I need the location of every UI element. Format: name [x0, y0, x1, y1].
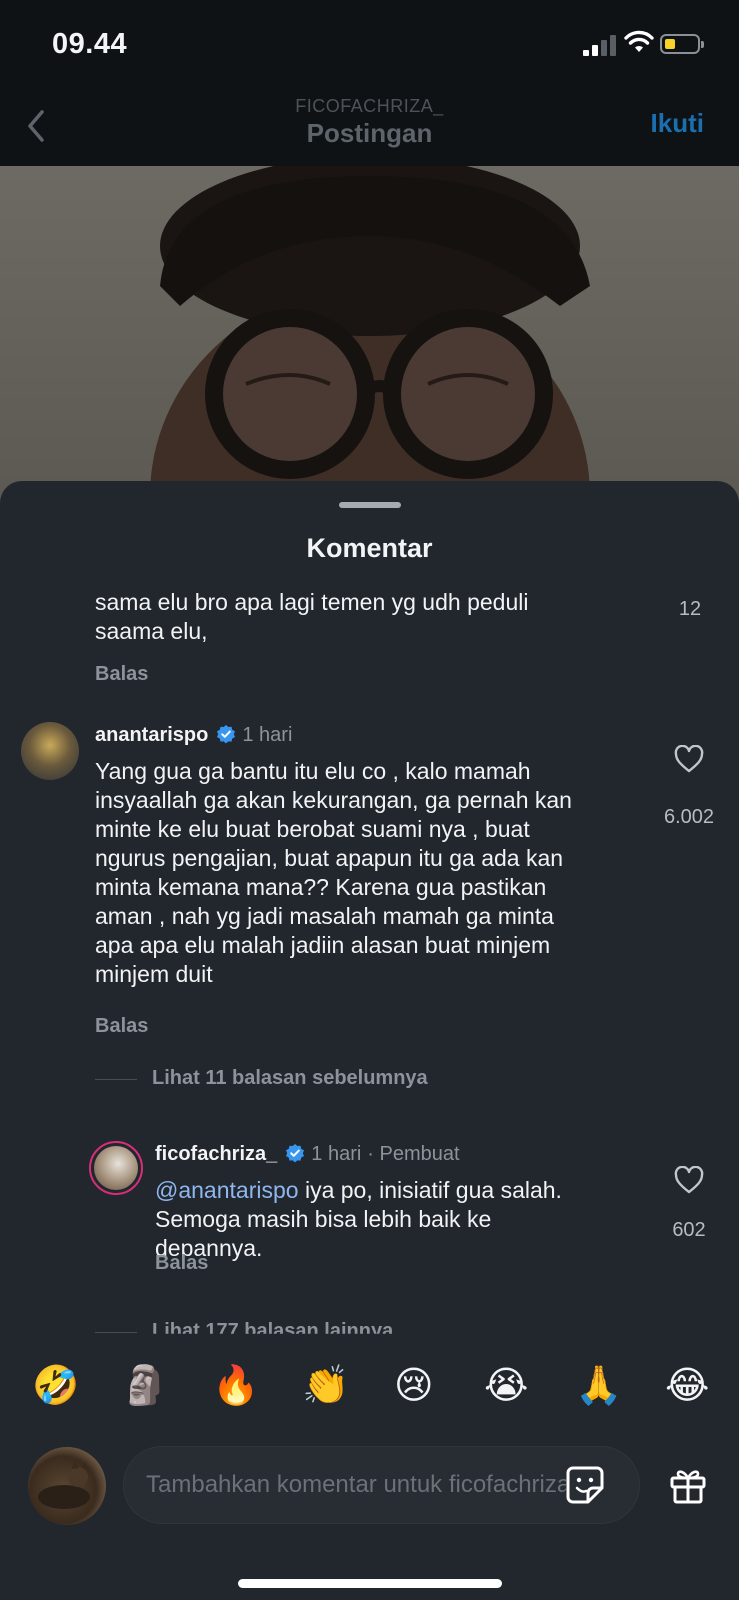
reply-button[interactable]: Balas: [95, 1015, 148, 1038]
reply-line: iya po, inisiatif gua salah.: [298, 1177, 562, 1203]
reply-button[interactable]: Balas: [155, 1252, 208, 1275]
sheet-drag-handle[interactable]: [339, 502, 401, 508]
reply-button[interactable]: Balas: [95, 663, 148, 686]
comment-username[interactable]: anantarispo: [95, 724, 208, 746]
comment-time: 1 hari: [242, 724, 293, 746]
reply-line: depannya.: [155, 1235, 263, 1261]
reply-header: ficofachriza_ 1 hari · Pembuat: [155, 1143, 460, 1166]
home-indicator: [238, 1579, 502, 1588]
follow-button[interactable]: Ikuti: [651, 108, 704, 139]
emoji-sob[interactable]: 😭: [484, 1365, 528, 1407]
emoji-clap[interactable]: 👏: [302, 1365, 349, 1407]
avatar[interactable]: [89, 1141, 143, 1195]
comment-line: aman , nah yg jadi masalah mamah ga mint…: [95, 903, 554, 929]
wifi-icon: [624, 30, 654, 52]
verified-badge-icon: [286, 1144, 305, 1163]
like-count: 6.002: [663, 806, 715, 828]
reply-text: @anantarispo iya po, inisiatif gua salah…: [155, 1176, 562, 1263]
header-username: FICOFACHRIZA_: [295, 96, 444, 116]
avatar[interactable]: [21, 722, 79, 780]
comment-line: Yang gua ga bantu itu elu co , kalo mama…: [95, 758, 531, 784]
like-count: 12: [678, 598, 702, 620]
comment-input[interactable]: Tambahkan komentar untuk ficofachriza_..…: [123, 1446, 640, 1524]
post-header: FICOFACHRIZA_ Postingan Ikuti: [0, 90, 739, 166]
thread-line: [95, 1079, 137, 1080]
comment-line: saama elu,: [95, 618, 208, 644]
heart-icon[interactable]: [674, 745, 704, 773]
comment-line: minta kemana mana?? Karena gua pastikan: [95, 874, 547, 900]
comment-line: minte ke elu buat berobat suami nya , bu…: [95, 816, 530, 842]
view-previous-replies[interactable]: Lihat 11 balasan sebelumnya: [152, 1067, 428, 1090]
post-image: [0, 166, 739, 506]
comment-line: minjem duit: [95, 961, 213, 987]
mention-link[interactable]: @anantarispo: [155, 1177, 299, 1203]
signal-icon: [583, 34, 617, 56]
emoji-moai[interactable]: 🗿: [121, 1365, 168, 1407]
current-user-avatar: [28, 1447, 106, 1525]
emoji-cry[interactable]: 😢: [394, 1365, 434, 1407]
comment-text: sama elu bro apa lagi temen yg udh pedul…: [95, 588, 528, 646]
emoji-joy[interactable]: 😂: [665, 1365, 709, 1407]
comment-line: insyaallah ga akan kekurangan, ga pernah…: [95, 787, 572, 813]
view-more-replies[interactable]: Lihat 177 balasan lainnya: [152, 1320, 393, 1334]
comment-text: Yang gua ga bantu itu elu co , kalo mama…: [95, 757, 572, 989]
author-tag: · Pembuat: [367, 1143, 460, 1165]
heart-icon[interactable]: [674, 1166, 704, 1194]
page-title: Postingan: [306, 118, 433, 148]
emoji-pray[interactable]: 🙏: [575, 1365, 622, 1407]
comments-title: Komentar: [306, 533, 433, 563]
comment-line: sama elu bro apa lagi temen yg udh pedul…: [95, 589, 529, 615]
comment-line: apa apa elu malah jadiin alasan buat min…: [95, 932, 551, 958]
comment-line: ngurus pengajian, buat apapun itu ga ada…: [95, 845, 564, 871]
reply-time: 1 hari: [311, 1143, 362, 1165]
comment-composer: Tambahkan komentar untuk ficofachriza_..…: [0, 1435, 739, 1600]
emoji-quick-bar: 🤣 🗿 🔥 👏 😢 😭 🙏 😂: [0, 1345, 739, 1435]
status-bar: 09.44: [0, 0, 739, 90]
sticker-icon[interactable]: [564, 1464, 606, 1506]
comment-input-placeholder: Tambahkan komentar untuk ficofachriza_..…: [146, 1471, 566, 1498]
comment-header: anantarispo 1 hari: [95, 724, 292, 747]
reply-line: Semoga masih bisa lebih baik ke: [155, 1206, 492, 1232]
emoji-fire[interactable]: 🔥: [212, 1365, 259, 1407]
gift-icon[interactable]: [668, 1465, 708, 1505]
status-time: 09.44: [52, 28, 128, 60]
reply-username[interactable]: ficofachriza_: [155, 1143, 277, 1165]
like-count: 602: [672, 1219, 706, 1241]
thread-line: [95, 1332, 137, 1333]
emoji-rofl[interactable]: 🤣: [32, 1365, 79, 1407]
battery-icon: [660, 34, 704, 54]
verified-badge-icon: [217, 725, 236, 744]
